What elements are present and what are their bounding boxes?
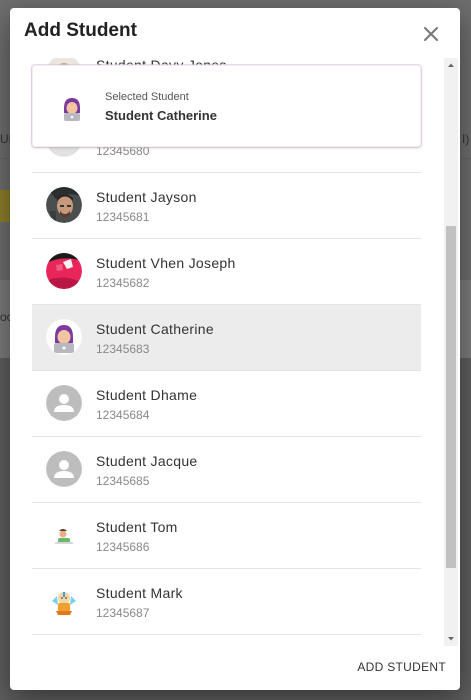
scroll-thumb[interactable]	[446, 226, 456, 568]
background-text-fragment: I)	[462, 132, 470, 146]
student-name: Student Vhen Joseph	[96, 255, 236, 271]
student-id: 12345686	[96, 540, 150, 554]
student-row[interactable]: Student Mark 12345687	[32, 569, 421, 635]
photo-avatar-icon	[46, 253, 82, 289]
scroll-down-button[interactable]	[444, 632, 458, 646]
selected-student-label: Selected Student	[105, 91, 189, 103]
memoji-avatar-icon	[46, 319, 82, 355]
student-row[interactable]: Student Tom 12345686	[32, 503, 421, 569]
student-avatar	[46, 253, 82, 289]
student-id: 12345684	[96, 408, 150, 422]
memoji-avatar-icon	[57, 93, 87, 123]
student-id: 12345687	[96, 606, 150, 620]
student-avatar	[46, 451, 82, 487]
default-user-icon	[46, 385, 82, 421]
close-button[interactable]	[420, 23, 442, 45]
cartoon-avatar-icon	[46, 517, 82, 553]
list-scrollbar[interactable]	[444, 58, 458, 646]
close-icon	[424, 27, 438, 41]
student-avatar	[46, 517, 82, 553]
student-avatar	[46, 187, 82, 223]
student-id: 12345685	[96, 474, 150, 488]
student-name: Student Mark	[96, 585, 183, 601]
student-name: Student Catherine	[96, 321, 214, 337]
default-user-icon	[46, 451, 82, 487]
photo-avatar-icon	[46, 187, 82, 223]
selected-student-card: Selected Student Student Catherine	[32, 65, 421, 147]
student-name: Student Jayson	[96, 189, 197, 205]
student-name: Student Dhame	[96, 387, 198, 403]
cartoon-avatar-icon	[46, 583, 82, 619]
student-id: 12345683	[96, 342, 150, 356]
scroll-up-arrow-icon	[448, 63, 454, 67]
student-avatar	[46, 319, 82, 355]
student-avatar	[46, 583, 82, 619]
add-student-dialog: Add Student Student Davy Jones12345680St…	[10, 8, 460, 690]
add-student-button[interactable]: ADD STUDENT	[357, 658, 446, 676]
student-id: 12345682	[96, 276, 150, 290]
student-name: Student Jacque	[96, 453, 198, 469]
student-avatar	[46, 385, 82, 421]
student-id: 12345681	[96, 210, 150, 224]
student-row[interactable]: Student Catherine 12345683	[32, 305, 421, 371]
student-name: Student Tom	[96, 519, 178, 535]
selected-student-name: Student Catherine	[105, 108, 217, 123]
scroll-up-button[interactable]	[444, 58, 458, 72]
student-row[interactable]: Student Jacque 12345685	[32, 437, 421, 503]
scroll-down-arrow-icon	[448, 637, 454, 641]
student-row[interactable]: Student Jayson 12345681	[32, 173, 421, 239]
selected-student-avatar	[57, 93, 87, 123]
student-row[interactable]: Student Dhame 12345684	[32, 371, 421, 437]
dialog-title: Add Student	[24, 20, 137, 41]
student-row[interactable]: Student Vhen Joseph 12345682	[32, 239, 421, 305]
